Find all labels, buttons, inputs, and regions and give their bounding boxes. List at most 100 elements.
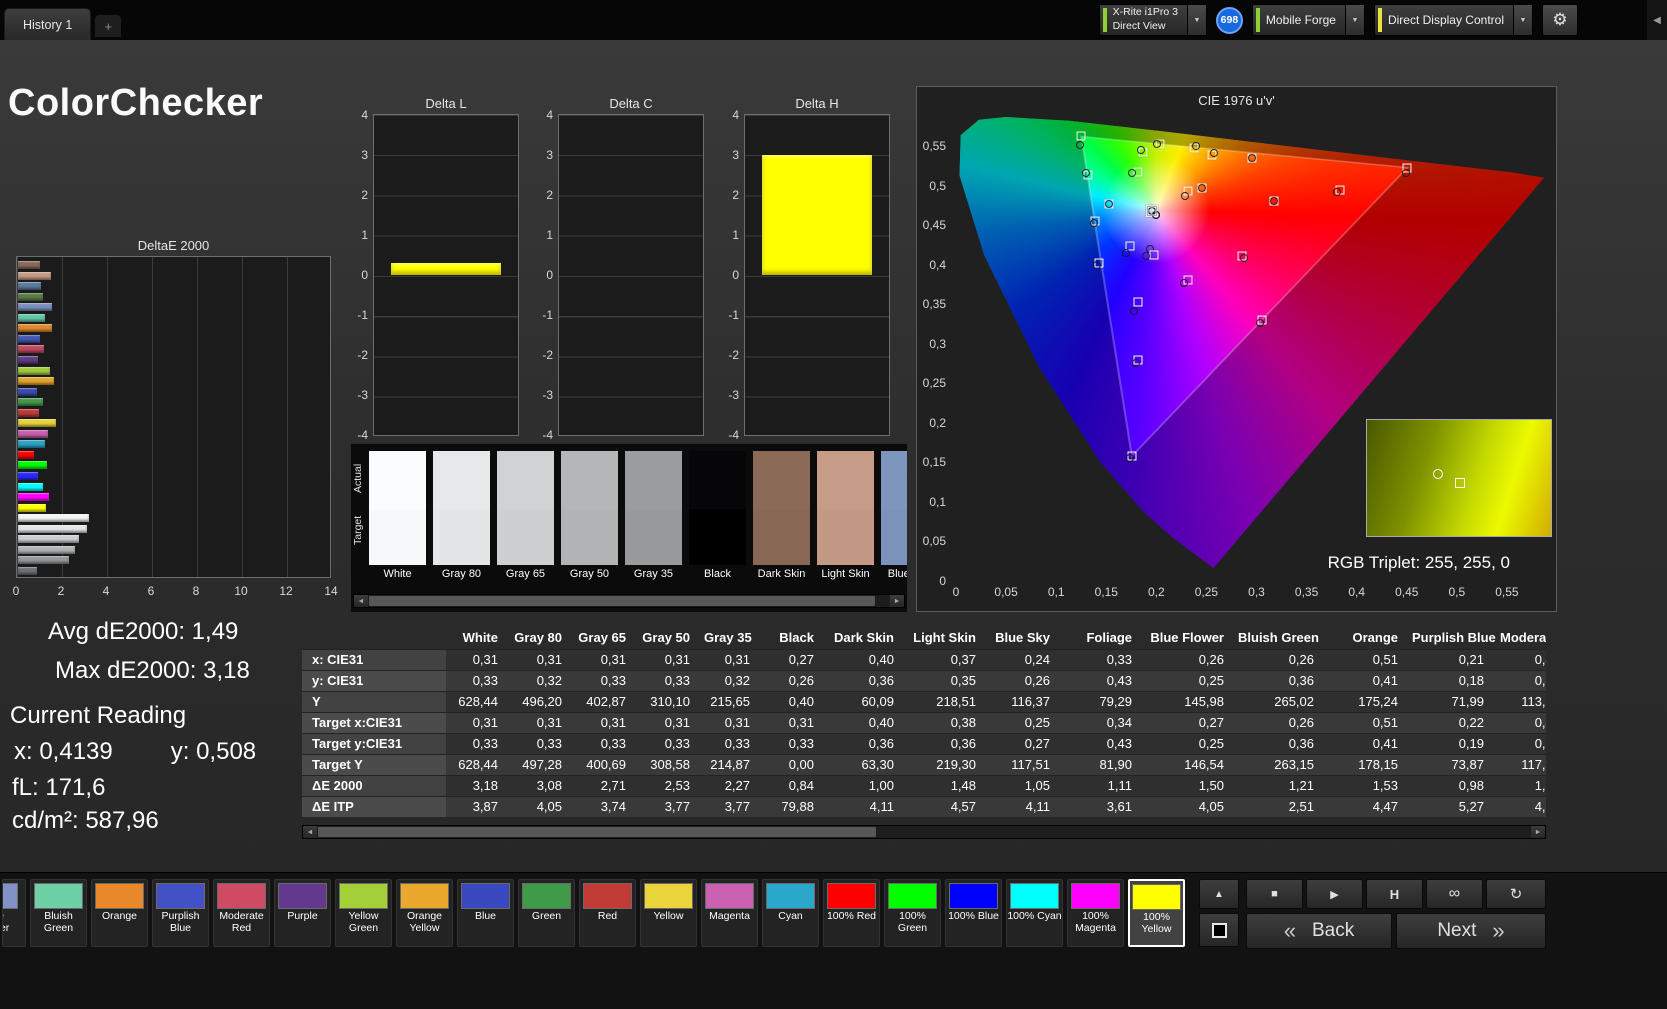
delta-l-ytick: -3 xyxy=(357,388,368,402)
cie-ytick: 0,15 xyxy=(922,455,946,470)
scroll-left-icon[interactable]: ◄ xyxy=(354,595,368,607)
cie-measured-purple xyxy=(1180,278,1189,287)
refresh-button[interactable]: ↻ xyxy=(1486,879,1546,909)
scroll-left-icon[interactable]: ◄ xyxy=(303,826,317,838)
cie-target-purplish-blue xyxy=(1133,297,1143,307)
patch-button-100-green[interactable]: 100% Green xyxy=(884,879,941,947)
chevron-down-icon[interactable]: ▼ xyxy=(1344,5,1364,35)
patch-button-cyan[interactable]: Cyan xyxy=(762,879,819,947)
marker-mode-button[interactable]: H xyxy=(1366,879,1423,909)
patch-actual-swatch xyxy=(561,451,618,509)
patch-button-blue-flower[interactable]: Blue Flower xyxy=(2,879,26,947)
play-button[interactable]: ▶ xyxy=(1306,879,1363,909)
patch-button-orange-yellow[interactable]: Orange Yellow xyxy=(396,879,453,947)
tab-history-1[interactable]: History 1 xyxy=(4,8,92,40)
patch-button-green[interactable]: Green xyxy=(518,879,575,947)
chevron-down-icon[interactable]: ▼ xyxy=(1513,5,1532,35)
table-cell: 117,51 xyxy=(990,753,1064,775)
patch-button-blue[interactable]: Blue xyxy=(457,879,514,947)
delta-l-chart-title: Delta L xyxy=(425,96,467,111)
display-control-dropdown[interactable]: Direct Display Control ▼ xyxy=(1373,4,1533,36)
patch-button-magenta[interactable]: Magenta xyxy=(701,879,758,947)
table-cell: 0,31 xyxy=(704,648,764,670)
table-cell: 0,31 xyxy=(640,648,704,670)
table-cell: 4,57 xyxy=(908,795,990,817)
back-button-label: Back xyxy=(1312,920,1355,941)
delta-c-ytick: 0 xyxy=(546,268,553,282)
table-cell: 79,88 xyxy=(764,795,828,817)
cie-measured-100-red xyxy=(1401,169,1410,178)
table-cell: 2,51 xyxy=(1238,795,1328,817)
refresh-icon: ↻ xyxy=(1509,886,1523,903)
table-cell: 1,00 xyxy=(828,774,908,796)
de-bar-gray-65 xyxy=(18,535,79,544)
scroll-right-icon[interactable]: ► xyxy=(890,595,904,607)
results-table-wrap: White Gray 80 Gray 65 Gray 50 Gray 35 Black Da… xyxy=(302,627,1546,823)
delta-l-ytick: 0 xyxy=(361,268,368,282)
source-dropdown[interactable]: Mobile Forge ▼ xyxy=(1251,4,1365,36)
patch-comparison-strip: Actual Target White Gray 80 Gray 65 Gray 50… xyxy=(350,443,908,613)
patch-chip xyxy=(1071,883,1120,909)
back-chevron-icon: « xyxy=(1283,918,1296,943)
chevron-down-icon[interactable]: ▼ xyxy=(1186,5,1206,35)
table-cell: 0,41 xyxy=(1328,732,1412,754)
scroll-up-button[interactable]: ▲ xyxy=(1199,879,1239,909)
table-cell: 0,31 xyxy=(512,711,576,733)
table-cell: 116,37 xyxy=(990,690,1064,712)
patch-button-yellow[interactable]: Yellow xyxy=(640,879,697,947)
settings-button[interactable]: ⚙ xyxy=(1542,4,1578,36)
table-cell: 0,31 xyxy=(446,648,512,670)
meter-dropdown[interactable]: X-Rite i1Pro 3 Direct View ▼ xyxy=(1098,4,1207,36)
column-header-moderate-red: Moderate Red xyxy=(1500,630,1546,646)
topbar-controls: X-Rite i1Pro 3 Direct View ▼ 698 Mobile … xyxy=(1098,0,1667,40)
de-bar-100-cyan xyxy=(18,482,43,491)
patch-scrollbar-thumb[interactable] xyxy=(369,596,876,606)
next-button[interactable]: Next » xyxy=(1396,913,1546,949)
patch-button-100-blue[interactable]: 100% Blue xyxy=(945,879,1002,947)
table-cell: 3,08 xyxy=(512,774,576,796)
patch-strip-scrollbar[interactable]: ◄ ► xyxy=(353,594,905,608)
back-button[interactable]: « Back xyxy=(1246,913,1392,949)
scroll-right-icon[interactable]: ► xyxy=(1531,826,1545,838)
patch-button-100-cyan[interactable]: 100% Cyan xyxy=(1006,879,1063,947)
table-scrollbar[interactable]: ◄ ► xyxy=(302,825,1546,839)
collapse-panel-button[interactable]: ◀ xyxy=(1647,0,1667,40)
stop-button[interactable]: ■ xyxy=(1246,879,1303,909)
tab-history-1-label: History 1 xyxy=(23,17,73,32)
patch-chip xyxy=(705,883,754,909)
patch-chip xyxy=(278,883,327,909)
cie-measured-100-yellow xyxy=(1152,139,1161,148)
patch-button-100-yellow[interactable]: 100% Yellow xyxy=(1128,879,1185,947)
table-cell: 308,58 xyxy=(640,753,704,775)
add-tab-button[interactable]: + xyxy=(95,15,122,37)
patch-button-moderate-red[interactable]: Moderate Red xyxy=(213,879,270,947)
delta-l-ytick: -2 xyxy=(357,348,368,362)
patch-chip xyxy=(1010,883,1059,909)
patch-button-yellow-green[interactable]: Yellow Green xyxy=(335,879,392,947)
delta-l-ytick: 4 xyxy=(361,108,368,122)
table-cell: 178,15 xyxy=(1328,753,1412,775)
patch-button-purple[interactable]: Purple xyxy=(274,879,331,947)
patch-chip xyxy=(95,883,144,909)
pattern-window-button[interactable] xyxy=(1199,913,1239,947)
cie-measured-blue xyxy=(1132,358,1141,367)
patch-button-red[interactable]: Red xyxy=(579,879,636,947)
patch-button-bluish-green[interactable]: Bluish Green xyxy=(30,879,87,947)
de-bar-yellow-green xyxy=(18,366,51,375)
patch-chip xyxy=(766,883,815,909)
patch-button-100-magenta[interactable]: 100% Magenta xyxy=(1067,879,1124,947)
table-cell: 1,11 xyxy=(1064,774,1146,796)
column-header-gray-50: Gray 50 xyxy=(642,630,690,646)
patch-button-100-red[interactable]: 100% Red xyxy=(823,879,880,947)
table-cell: 81,90 xyxy=(1064,753,1146,775)
de-bar-red xyxy=(18,408,40,417)
patch-button-orange[interactable]: Orange xyxy=(91,879,148,947)
patch-button-purplish-blue[interactable]: Purplish Blue xyxy=(152,879,209,947)
column-header-gray-35: Gray 35 xyxy=(704,630,752,646)
stop-icon: ■ xyxy=(1271,888,1278,900)
continuous-read-button[interactable]: ∞ xyxy=(1426,879,1483,909)
patch-label: Gray 65 xyxy=(505,568,546,580)
column-header-blue-flower: Blue Flower xyxy=(1150,630,1224,646)
table-scrollbar-thumb[interactable] xyxy=(318,827,877,837)
de-bar-100-magenta xyxy=(18,493,50,502)
